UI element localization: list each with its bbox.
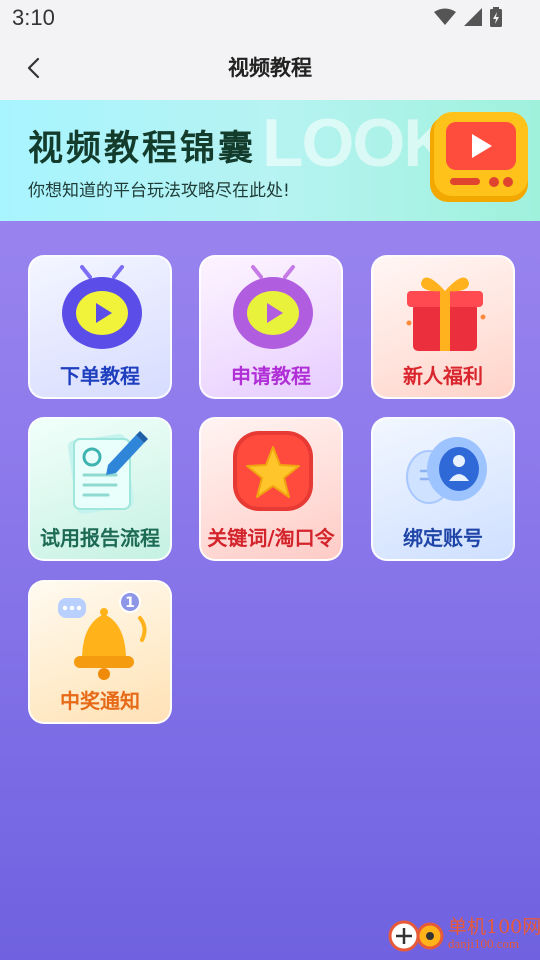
tv-play-icon	[430, 112, 528, 202]
banner-subtitle: 你想知道的平台玩法攻略尽在此处!	[28, 181, 290, 201]
watermark-name: 单机100网	[448, 916, 540, 938]
battery-icon	[490, 7, 502, 27]
status-time: 3:10	[12, 5, 55, 30]
svg-text:1: 1	[125, 595, 135, 611]
tile-keywords-taokouling[interactable]: 关键词/淘口令	[199, 417, 343, 561]
tile-label: 中奖通知	[60, 689, 140, 713]
tv-play-icon	[233, 265, 313, 349]
nav-bar: 视频教程	[0, 38, 540, 98]
tile-label: 试用报告流程	[40, 526, 160, 550]
document-pen-icon	[67, 431, 148, 514]
tile-bind-account[interactable]: 绑定账号	[371, 417, 515, 561]
user-card-icon	[406, 437, 487, 504]
page-title: 视频教程	[228, 56, 312, 80]
tile-winning-notice[interactable]: 1 中奖通知	[28, 580, 172, 724]
bell-icon: 1	[58, 591, 147, 680]
tile-label: 下单教程	[60, 364, 140, 388]
banner-decor-text: LOOK	[262, 105, 452, 181]
tile-newcomer-benefits[interactable]: 新人福利	[371, 255, 515, 399]
tile-trial-report-process[interactable]: 试用报告流程	[28, 417, 172, 561]
tile-label: 绑定账号	[403, 526, 483, 550]
tile-order-tutorial[interactable]: 下单教程	[28, 255, 172, 399]
wifi-icon	[434, 8, 456, 25]
banner-title: 视频教程锦囊	[28, 128, 257, 169]
site-watermark: 单机100网 danji100.com	[386, 912, 540, 956]
status-bar: 3:10	[0, 0, 540, 38]
status-icons	[434, 7, 502, 27]
tile-apply-tutorial[interactable]: 申请教程	[199, 255, 343, 399]
gift-icon	[406, 277, 486, 351]
tile-label: 申请教程	[231, 364, 311, 388]
watermark-url: danji100.com	[448, 936, 520, 951]
watermark-logo-icon	[388, 920, 444, 952]
tv-play-icon	[62, 265, 142, 349]
tile-label: 关键词/淘口令	[207, 526, 335, 550]
tile-label: 新人福利	[403, 364, 483, 388]
star-icon	[233, 431, 313, 511]
signal-icon	[464, 8, 482, 26]
